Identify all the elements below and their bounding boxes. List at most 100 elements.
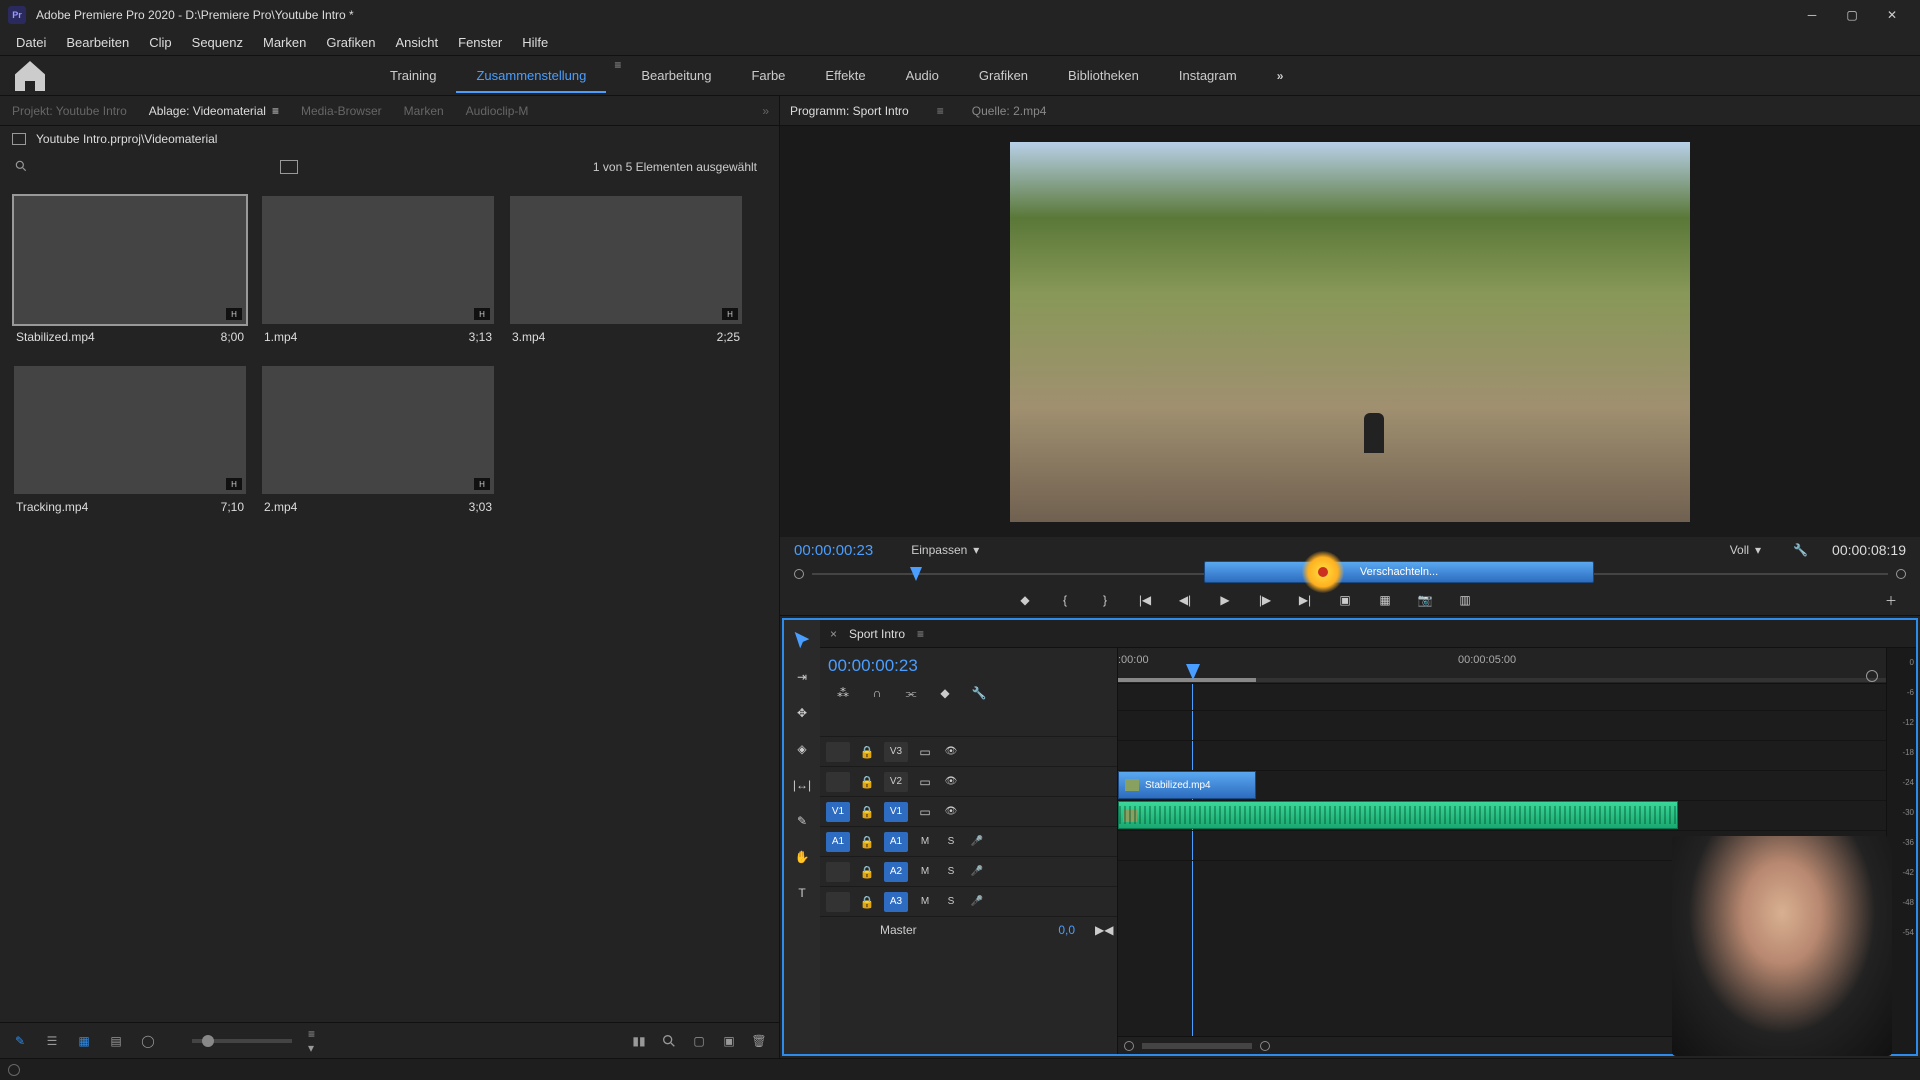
- ruler-zoom-handle[interactable]: [1866, 670, 1878, 682]
- workspace-bibliotheken[interactable]: Bibliotheken: [1048, 58, 1159, 93]
- source-patch[interactable]: A1: [826, 832, 850, 852]
- find-icon[interactable]: [661, 1033, 677, 1049]
- timeline-ruler[interactable]: :00:0000:00:05:00: [1118, 648, 1886, 684]
- menu-hilfe[interactable]: Hilfe: [512, 31, 558, 54]
- track-select-tool-icon[interactable]: ⇥: [791, 666, 813, 688]
- sequence-name[interactable]: Sport Intro: [849, 627, 905, 641]
- lock-icon[interactable]: 🔒: [858, 775, 876, 789]
- menu-bearbeiten[interactable]: Bearbeiten: [56, 31, 139, 54]
- step-back-icon[interactable]: ◀|: [1176, 591, 1194, 609]
- zoom-handle-right[interactable]: [1260, 1041, 1270, 1051]
- work-area-bar[interactable]: [1118, 678, 1256, 682]
- zoom-dropdown[interactable]: Einpassen▾: [911, 543, 979, 557]
- toggle-track-output-icon[interactable]: 👁: [942, 806, 960, 817]
- menu-sequenz[interactable]: Sequenz: [182, 31, 253, 54]
- clip-thumbnail[interactable]: H 3.mp42;25: [510, 196, 742, 350]
- track-lane-a1[interactable]: [1118, 800, 1886, 830]
- snap-icon[interactable]: ∩: [868, 684, 886, 702]
- track-target[interactable]: V1: [884, 802, 908, 822]
- razor-tool-icon[interactable]: ◈: [791, 738, 813, 760]
- quality-dropdown[interactable]: Voll▾: [1730, 543, 1761, 557]
- auto-sequence-icon[interactable]: ▮▮: [631, 1033, 647, 1049]
- solo-button[interactable]: S: [942, 896, 960, 907]
- workspace-grafiken[interactable]: Grafiken: [959, 58, 1048, 93]
- hand-tool-icon[interactable]: ✋: [791, 846, 813, 868]
- workspace-farbe[interactable]: Farbe: [731, 58, 805, 93]
- master-volume[interactable]: 0,0: [1058, 923, 1075, 937]
- solo-button[interactable]: S: [942, 836, 960, 847]
- source-patch[interactable]: [826, 862, 850, 882]
- mute-button[interactable]: M: [916, 836, 934, 847]
- mute-button[interactable]: M: [916, 866, 934, 877]
- home-button[interactable]: [10, 56, 50, 96]
- program-tab[interactable]: Programm: Sport Intro: [790, 104, 909, 118]
- program-playhead[interactable]: [910, 567, 922, 581]
- program-timecode[interactable]: 00:00:00:23: [794, 542, 873, 559]
- program-tab[interactable]: Quelle: 2.mp4: [972, 104, 1047, 118]
- new-bin-icon[interactable]: [280, 160, 298, 174]
- extract-icon[interactable]: ▦: [1376, 591, 1394, 609]
- go-to-in-icon[interactable]: |◀: [1136, 591, 1154, 609]
- pen-icon[interactable]: ✎: [12, 1033, 28, 1049]
- menu-grafiken[interactable]: Grafiken: [316, 31, 385, 54]
- output-icon[interactable]: ▶◀: [1095, 923, 1111, 937]
- toggle-track-output-icon[interactable]: 👁: [942, 776, 960, 787]
- close-button[interactable]: ✕: [1872, 0, 1912, 30]
- project-tab[interactable]: Media-Browser: [299, 98, 384, 124]
- lock-icon[interactable]: 🔒: [858, 805, 876, 819]
- clip-thumbnail[interactable]: H 1.mp43;13: [262, 196, 494, 350]
- nest-toggle-icon[interactable]: ⁂: [834, 684, 852, 702]
- track-target[interactable]: A2: [884, 862, 908, 882]
- lift-icon[interactable]: ▣: [1336, 591, 1354, 609]
- source-patch[interactable]: [826, 892, 850, 912]
- button-editor-icon[interactable]: ＋: [1882, 591, 1900, 609]
- timeline-timecode[interactable]: 00:00:00:23: [828, 656, 1109, 676]
- video-clip[interactable]: Stabilized.mp4: [1118, 771, 1256, 799]
- menu-marken[interactable]: Marken: [253, 31, 316, 54]
- clip-thumbnail[interactable]: H Tracking.mp47;10: [14, 366, 246, 520]
- clip-thumbnail[interactable]: H 2.mp43;03: [262, 366, 494, 520]
- panel-menu-icon[interactable]: ≡: [937, 104, 944, 118]
- workspace-effekte[interactable]: Effekte: [805, 58, 885, 93]
- menu-fenster[interactable]: Fenster: [448, 31, 512, 54]
- source-patch[interactable]: V1: [826, 802, 850, 822]
- sync-lock-icon[interactable]: ▭: [916, 745, 934, 759]
- type-tool-icon[interactable]: T: [791, 882, 813, 904]
- panel-menu-icon[interactable]: ≡: [917, 627, 924, 641]
- new-item-icon[interactable]: ▣: [721, 1033, 737, 1049]
- audio-clip[interactable]: [1118, 801, 1678, 829]
- menu-ansicht[interactable]: Ansicht: [385, 31, 448, 54]
- step-forward-icon[interactable]: |▶: [1256, 591, 1274, 609]
- program-viewer[interactable]: [780, 126, 1920, 537]
- play-icon[interactable]: ▶: [1216, 591, 1234, 609]
- sort-menu-icon[interactable]: ≡ ▾: [308, 1033, 324, 1049]
- workspace-zusammenstellung[interactable]: Zusammenstellung: [456, 58, 606, 93]
- linked-selection-icon[interactable]: ⫘: [902, 684, 920, 702]
- workspace-audio[interactable]: Audio: [886, 58, 959, 93]
- panel-overflow-icon[interactable]: »: [762, 104, 769, 118]
- lock-icon[interactable]: 🔒: [858, 865, 876, 879]
- comparison-view-icon[interactable]: ▥: [1456, 591, 1474, 609]
- track-target[interactable]: V2: [884, 772, 908, 792]
- list-view-icon[interactable]: ☰: [44, 1033, 60, 1049]
- scrubber-end-handle[interactable]: [1896, 569, 1906, 579]
- menu-datei[interactable]: Datei: [6, 31, 56, 54]
- new-bin-button-icon[interactable]: ▢: [691, 1033, 707, 1049]
- close-sequence-icon[interactable]: ×: [830, 627, 837, 641]
- marker-icon[interactable]: ◆: [1016, 591, 1034, 609]
- ripple-edit-tool-icon[interactable]: ✥: [791, 702, 813, 724]
- pen-tool-icon[interactable]: ✎: [791, 810, 813, 832]
- zoom-handle-left[interactable]: [1124, 1041, 1134, 1051]
- project-tab[interactable]: Audioclip-M: [464, 98, 531, 124]
- sync-lock-icon[interactable]: ▭: [916, 805, 934, 819]
- marker-add-icon[interactable]: ◆: [936, 684, 954, 702]
- source-patch[interactable]: [826, 772, 850, 792]
- workspace-menu-icon[interactable]: ≡: [614, 58, 621, 93]
- track-lane-v3[interactable]: [1118, 710, 1886, 740]
- track-target[interactable]: A1: [884, 832, 908, 852]
- lock-icon[interactable]: 🔒: [858, 835, 876, 849]
- search-icon[interactable]: [14, 159, 28, 176]
- sync-lock-icon[interactable]: ▭: [916, 775, 934, 789]
- toggle-track-output-icon[interactable]: 👁: [942, 746, 960, 757]
- clip-thumbnail[interactable]: H Stabilized.mp48;00: [14, 196, 246, 350]
